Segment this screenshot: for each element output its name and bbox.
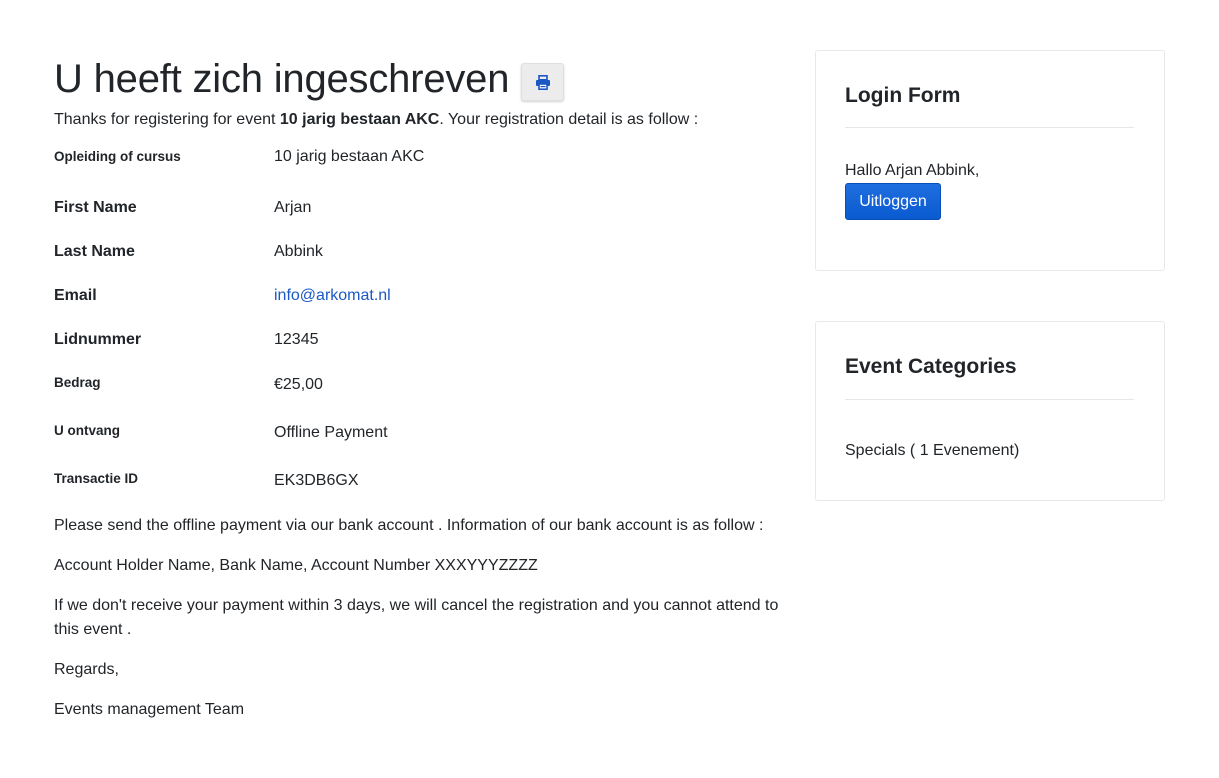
detail-row-transaction-id: Transactie ID EK3DB6GX: [54, 470, 790, 490]
detail-label: Lidnummer: [54, 331, 142, 348]
detail-label: Email: [54, 287, 97, 304]
page-title: U heeft zich ingeschreven: [54, 57, 510, 101]
detail-value: info@arkomat.nl: [274, 286, 790, 306]
detail-value: 12345: [274, 331, 319, 348]
login-form-card: Login Form Hallo Arjan Abbink, Uitloggen: [815, 50, 1165, 271]
detail-value: EK3DB6GX: [274, 472, 359, 489]
detail-label: First Name: [54, 199, 137, 216]
payment-deadline-notice: If we don't receive your payment within …: [54, 597, 779, 638]
detail-row-amount: Bedrag €25,00: [54, 374, 790, 394]
detail-row-last-name: Last Name Abbink: [54, 242, 790, 262]
detail-value: Arjan: [274, 199, 312, 216]
detail-row-payment-method: U ontvang Offline Payment: [54, 422, 790, 442]
detail-row-course: Opleiding of cursus 10 jarig bestaan AKC: [54, 148, 790, 168]
regards: Regards,: [54, 661, 119, 678]
detail-label: U ontvang: [54, 423, 120, 438]
detail-label: Transactie ID: [54, 471, 139, 486]
bank-account-info: Account Holder Name, Bank Name, Account …: [54, 557, 538, 574]
login-form-title: Login Form: [845, 84, 961, 107]
category-item-specials[interactable]: Specials ( 1 Evenement): [845, 441, 1019, 461]
signature: Events management Team: [54, 701, 245, 718]
email-link[interactable]: info@arkomat.nl: [274, 287, 391, 304]
title-row: U heeft zich ingeschreven: [54, 52, 790, 106]
detail-label: Last Name: [54, 243, 135, 260]
detail-label: Opleiding of cursus: [54, 149, 181, 164]
payment-instructions: Please send the offline payment via our …: [54, 517, 764, 534]
intro-event-name: 10 jarig bestaan AKC: [279, 111, 440, 128]
detail-value: Offline Payment: [274, 424, 388, 441]
detail-row-member-number: Lidnummer 12345: [54, 330, 790, 350]
event-categories-title: Event Categories: [845, 355, 1017, 378]
login-form-divider: [845, 127, 1134, 128]
intro-after: . Your registration detail is as follow …: [439, 111, 699, 128]
detail-value: Abbink: [274, 243, 323, 260]
detail-value: 10 jarig bestaan AKC: [274, 148, 425, 165]
intro-text: Thanks for registering for event 10 jari…: [54, 110, 790, 130]
event-categories-card: Event Categories Specials ( 1 Evenement): [815, 321, 1165, 501]
registration-details: Opleiding of cursus 10 jarig bestaan AKC…: [54, 148, 790, 490]
detail-value: €25,00: [274, 376, 323, 393]
print-icon: [535, 74, 550, 90]
event-categories-divider: [845, 399, 1134, 400]
intro-before: Thanks for registering for event: [54, 111, 280, 128]
logout-button[interactable]: Uitloggen: [845, 183, 941, 220]
detail-row-first-name: First Name Arjan: [54, 198, 790, 218]
greeting-text: Hallo Arjan Abbink,: [845, 162, 980, 179]
detail-row-email: Email info@arkomat.nl: [54, 286, 790, 306]
print-button[interactable]: [521, 63, 565, 101]
registration-confirmation: U heeft zich ingeschreven Thanks for reg…: [54, 52, 790, 722]
detail-label: Bedrag: [54, 375, 101, 390]
